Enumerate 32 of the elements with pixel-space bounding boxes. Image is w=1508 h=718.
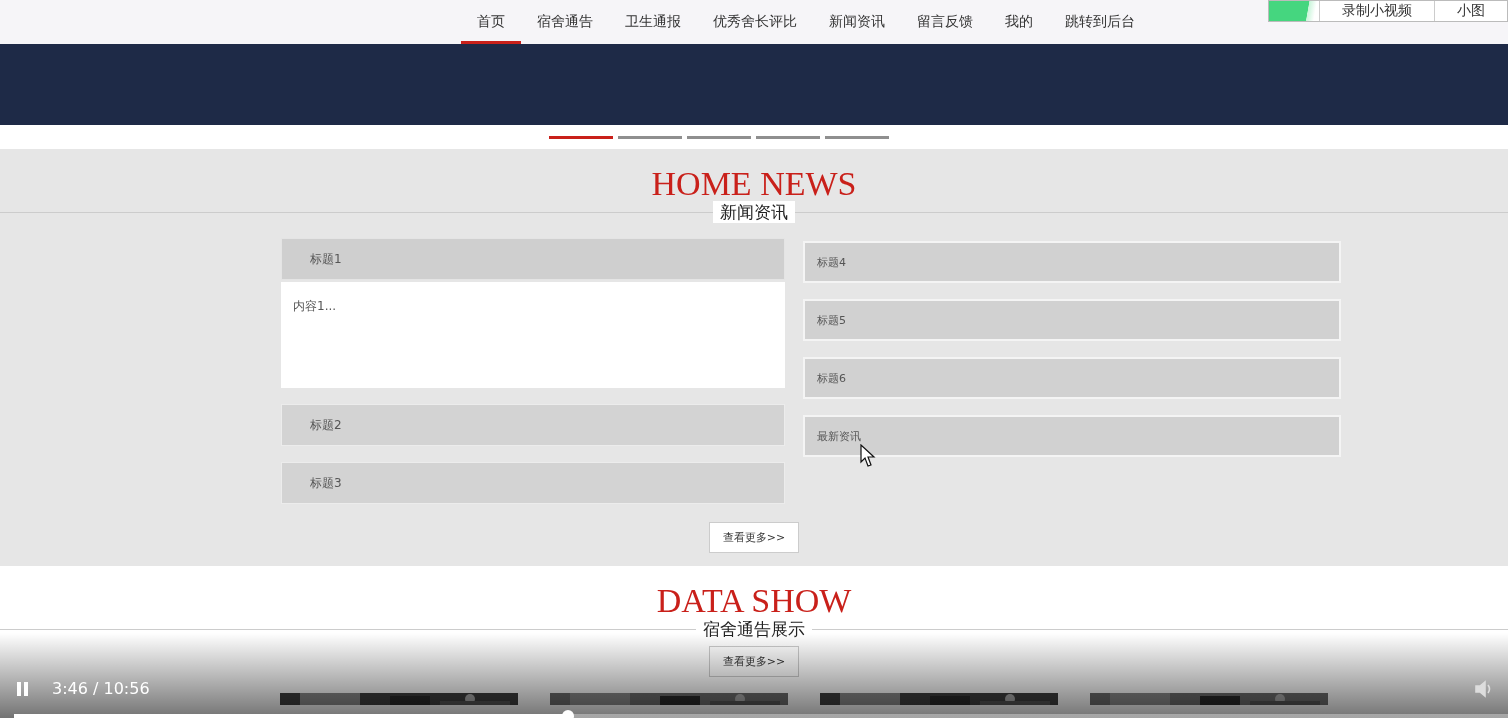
nav-link[interactable]: 留言反馈 (901, 0, 989, 44)
section-title: HOME NEWS (651, 167, 857, 201)
record-icon[interactable] (1269, 1, 1319, 21)
pause-icon[interactable] (16, 680, 30, 697)
more-button[interactable]: 查看更多>> (709, 646, 799, 677)
accordion-header[interactable]: 标题3 (281, 462, 785, 504)
nav-link[interactable]: 卫生通报 (609, 0, 697, 44)
nav-link[interactable]: 跳转到后台 (1049, 0, 1151, 44)
carousel-indicator[interactable] (549, 136, 613, 139)
news-item[interactable]: 标题5 (803, 299, 1341, 341)
nav-link[interactable]: 新闻资讯 (813, 0, 901, 44)
carousel-indicator[interactable] (687, 136, 751, 139)
news-item[interactable]: 标题4 (803, 241, 1341, 283)
nav-link[interactable]: 我的 (989, 0, 1049, 44)
more-button[interactable]: 查看更多>> (709, 522, 799, 553)
recorder-button[interactable]: 小图 (1434, 1, 1507, 21)
carousel-indicator[interactable] (756, 136, 820, 139)
carousel-indicator[interactable] (825, 136, 889, 139)
cursor-icon (860, 444, 876, 468)
video-time: 3:46 / 10:56 (52, 679, 150, 698)
news-item[interactable]: 标题6 (803, 357, 1341, 399)
section-subtitle: 新闻资讯 (713, 201, 795, 223)
accordion-content: 内容1... (281, 282, 785, 388)
progress-thumb[interactable] (562, 710, 575, 718)
accordion-header[interactable]: 标题2 (281, 404, 785, 446)
nav-link[interactable]: 优秀舍长评比 (697, 0, 813, 44)
nav-link[interactable]: 宿舍通告 (521, 0, 609, 44)
recorder-button[interactable]: 录制小视频 (1319, 1, 1434, 21)
accordion-header[interactable]: 标题1 (281, 238, 785, 280)
carousel-indicator[interactable] (618, 136, 682, 139)
section-subtitle: 宿舍通告展示 (696, 618, 812, 640)
section-title: DATA SHOW (656, 584, 852, 618)
